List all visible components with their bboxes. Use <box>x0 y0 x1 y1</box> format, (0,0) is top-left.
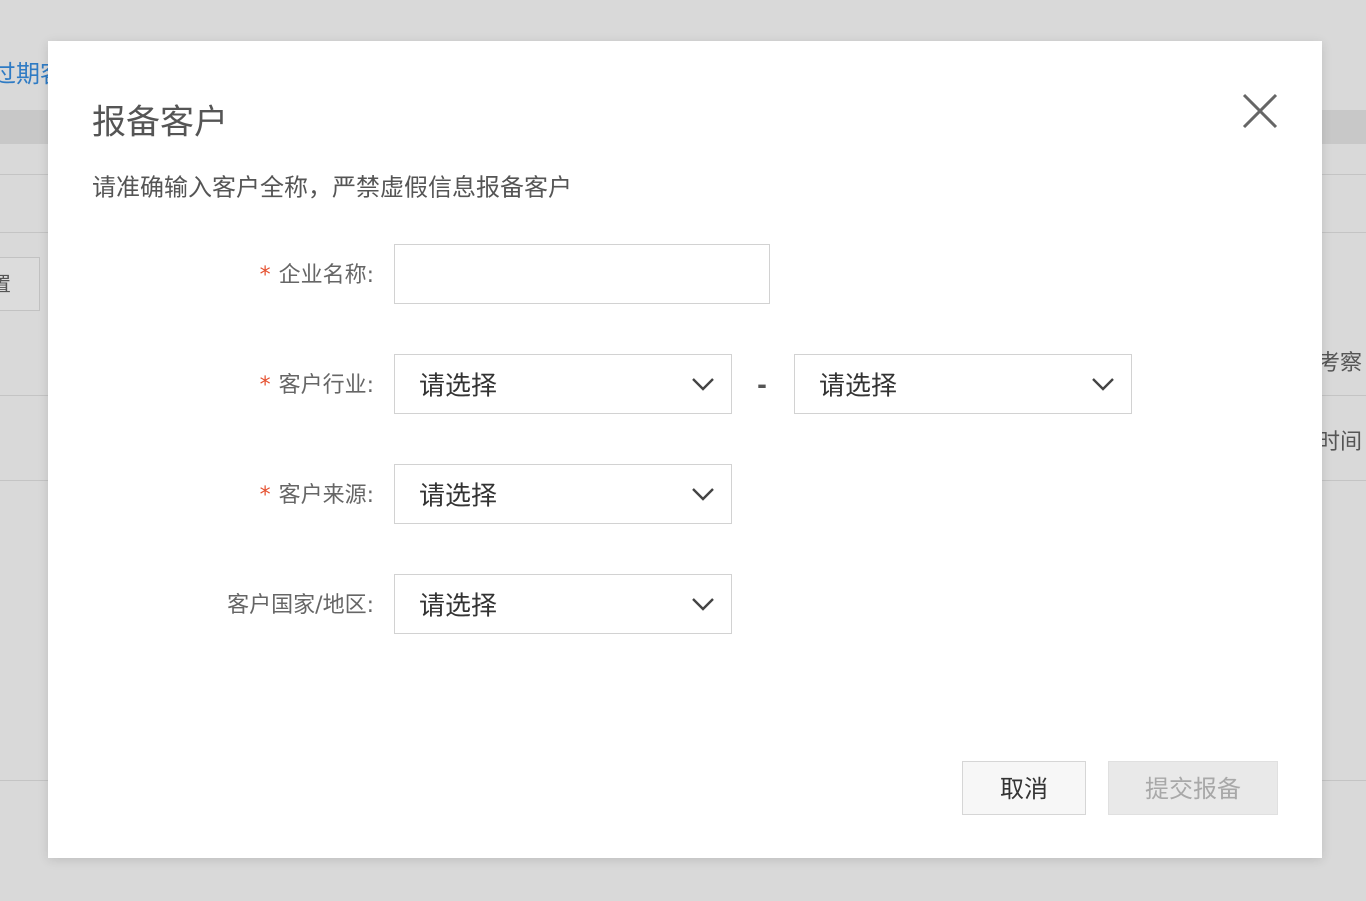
company-name-label: * 企业名称: <box>260 257 374 289</box>
chevron-down-icon <box>691 597 715 611</box>
close-button[interactable] <box>1238 89 1282 133</box>
background-button[interactable]: 置 <box>0 257 40 311</box>
industry-secondary-select[interactable]: 请选择 <box>794 354 1132 414</box>
required-mark: * <box>259 373 271 398</box>
dialog-title: 报备客户 <box>92 102 228 143</box>
industry-separator: - <box>757 371 767 399</box>
select-value: 请选择 <box>419 481 498 512</box>
background-column-header: 考察 <box>1318 351 1363 376</box>
company-name-input[interactable] <box>394 244 770 304</box>
background-divider <box>0 480 48 481</box>
background-divider <box>1322 395 1366 396</box>
required-mark: * <box>259 263 271 288</box>
background-divider <box>0 780 48 781</box>
country-select[interactable]: 请选择 <box>394 574 732 634</box>
source-select[interactable]: 请选择 <box>394 464 732 524</box>
company-name-label-text: 企业名称: <box>278 263 374 288</box>
chevron-down-icon <box>1091 377 1115 391</box>
dialog-notice: 请准确输入客户全称，严禁虚假信息报备客户 <box>92 173 572 202</box>
submit-report-button[interactable]: 提交报备 <box>1108 761 1278 815</box>
country-label: 客户国家/地区: <box>227 593 374 618</box>
select-value: 请选择 <box>819 371 898 402</box>
industry-primary-select[interactable]: 请选择 <box>394 354 732 414</box>
background-table-header-right <box>1322 110 1366 144</box>
background-divider <box>1322 232 1366 233</box>
background-table-header-left <box>0 110 48 144</box>
background-column-header: 时间 <box>1318 430 1363 455</box>
select-value: 请选择 <box>419 371 498 402</box>
report-customer-dialog: 报备客户 请准确输入客户全称，严禁虚假信息报备客户 * 企业名称: * 客户行业: … <box>48 41 1322 858</box>
chevron-down-icon <box>691 487 715 501</box>
select-value: 请选择 <box>419 591 498 622</box>
source-label: * 客户来源: <box>260 477 374 509</box>
industry-label: * 客户行业: <box>260 367 374 399</box>
required-mark: * <box>259 483 271 508</box>
industry-label-text: 客户行业: <box>278 373 374 398</box>
background-divider <box>0 232 48 233</box>
background-divider <box>1322 174 1366 175</box>
chevron-down-icon <box>691 377 715 391</box>
source-label-text: 客户来源: <box>278 483 374 508</box>
background-divider <box>0 174 48 175</box>
background-divider <box>1322 780 1366 781</box>
close-icon <box>1238 89 1282 133</box>
background-divider <box>0 395 48 396</box>
cancel-button[interactable]: 取消 <box>962 761 1086 815</box>
background-divider <box>1322 480 1366 481</box>
